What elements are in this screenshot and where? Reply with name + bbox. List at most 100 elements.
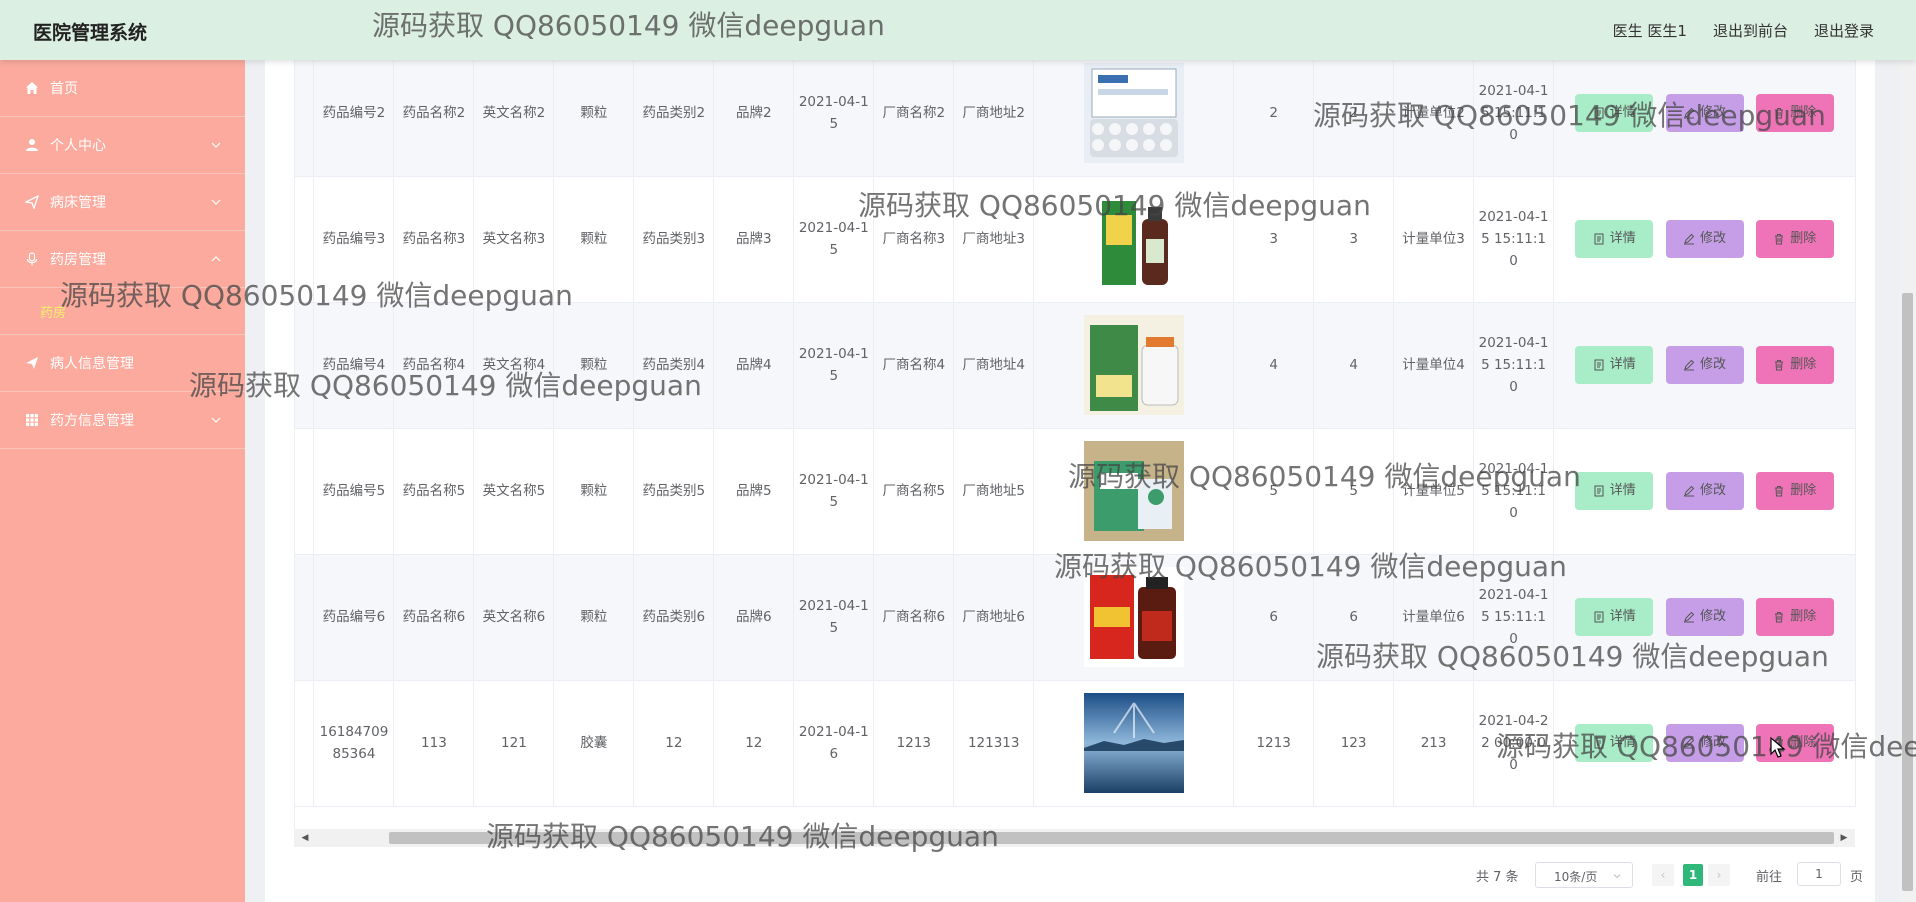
cell-address: 厂商地址5 [953, 428, 1035, 555]
cell-actions: 详情 修改 删除 [1553, 680, 1856, 807]
cell-maker: 厂商名称6 [873, 554, 955, 681]
landscape-photo [1083, 693, 1184, 793]
cell-category: 药品类别4 [633, 302, 715, 429]
goto-page-input[interactable]: 1 [1797, 862, 1841, 886]
cell-address: 厂商地址3 [953, 176, 1035, 303]
cell-brand: 品牌4 [713, 302, 795, 429]
cell-name: 药品名称5 [393, 428, 475, 555]
pagination-total: 共 7 条 [1476, 870, 1519, 885]
cell-name: 药品名称3 [393, 176, 475, 303]
scroll-left-arrow-icon[interactable]: ◀ [300, 833, 310, 843]
cell-form: 胶囊 [553, 680, 635, 807]
edit-button[interactable]: 修改 [1665, 346, 1744, 384]
detail-button[interactable]: 详情 [1575, 346, 1654, 384]
sidebar-item-pharmacy-management[interactable]: 药房管理 [0, 231, 245, 288]
table-row: 药品编号2 药品名称2 英文名称2 颗粒 药品类别2 品牌2 2021-04-15 厂商名称2… [295, 60, 1856, 177]
edit-button[interactable]: 修改 [1665, 472, 1744, 510]
edit-button-label: 修改 [1700, 231, 1727, 246]
logout-link[interactable]: 退出登录 [1814, 20, 1874, 41]
cell-code: 1618470985364 [313, 680, 395, 807]
cell-actions: 详情 修改 删除 [1553, 60, 1856, 177]
detail-button[interactable]: 详情 [1575, 472, 1654, 510]
send-icon [24, 355, 40, 371]
delete-button-label: 删除 [1790, 231, 1817, 246]
sidebar-item-bed-management[interactable]: 病床管理 [0, 174, 245, 231]
trash-icon [1775, 612, 1784, 623]
cell-address: 厂商地址2 [953, 60, 1035, 177]
delete-button[interactable]: 删除 [1755, 472, 1834, 510]
table-row: 药品编号4 药品名称4 英文名称4 颗粒 药品类别4 品牌4 2021-04-15 厂商名称4… [295, 302, 1856, 429]
sidebar-subitem-pharmacy[interactable]: 药房 [0, 288, 245, 335]
cell-unit: 计量单位6 [1393, 554, 1475, 681]
scroll-right-arrow-icon[interactable]: ▶ [1839, 833, 1849, 843]
sidebar-item-patient-info[interactable]: 病人信息管理 [0, 335, 245, 392]
vertical-scrollbar[interactable] [1899, 60, 1916, 902]
delete-button[interactable]: 删除 [1755, 346, 1834, 384]
horizontal-scrollbar[interactable]: ◀ ▶ [294, 829, 1855, 847]
row-gutter [295, 554, 315, 681]
detail-button[interactable]: 详情 [1575, 724, 1654, 762]
cell-date: 2021-04-15 [793, 554, 875, 681]
delete-button[interactable]: 删除 [1755, 724, 1834, 762]
cell-time: 2021-04-22 00:00:00 [1473, 680, 1555, 807]
sidebar-item-label: 个人中心 [50, 138, 106, 154]
detail-button[interactable]: 详情 [1575, 93, 1654, 132]
next-page-button[interactable]: › [1708, 864, 1730, 886]
edit-button[interactable]: 修改 [1665, 598, 1744, 636]
delete-button[interactable]: 删除 [1755, 93, 1834, 132]
cell-date: 2021-04-15 [793, 428, 875, 555]
cell-unit: 213 [1393, 680, 1475, 807]
exit-to-front-link[interactable]: 退出到前台 [1713, 20, 1788, 41]
trash-icon [1775, 107, 1784, 119]
chevron-down-icon [1613, 874, 1621, 879]
cell-time: 2021-04-15 15:11:10 [1473, 428, 1555, 555]
edit-button[interactable]: 修改 [1665, 724, 1744, 762]
cell-date: 2021-04-15 [793, 60, 875, 177]
row-gutter [295, 428, 315, 555]
row-gutter [295, 302, 315, 429]
cell-c2: 3 [1313, 176, 1395, 303]
edit-button[interactable]: 修改 [1665, 220, 1744, 258]
edit-icon [1684, 359, 1695, 371]
cell-time: 2021-04-15 15:11:10 [1473, 302, 1555, 429]
cell-image [1033, 176, 1235, 303]
prev-page-button[interactable]: ‹ [1652, 864, 1674, 886]
cell-c1: 6 [1233, 554, 1315, 681]
page-number-current[interactable]: 1 [1683, 864, 1703, 886]
cell-time: 2021-04-15 15:11:10 [1473, 554, 1555, 681]
delete-button[interactable]: 删除 [1755, 598, 1834, 636]
cell-en_name: 英文名称2 [473, 60, 555, 177]
cell-code: 药品编号4 [313, 302, 395, 429]
cell-form: 颗粒 [553, 428, 635, 555]
edit-button-label: 修改 [1700, 104, 1727, 120]
sidebar-item-personal-center[interactable]: 个人中心 [0, 117, 245, 174]
delete-button[interactable]: 删除 [1755, 220, 1834, 258]
medicine-table-body: 药品编号2 药品名称2 英文名称2 颗粒 药品类别2 品牌2 2021-04-15 厂商名称2… [295, 60, 1856, 807]
cell-c2: 6 [1313, 554, 1395, 681]
main-content: 药品编号2 药品名称2 英文名称2 颗粒 药品类别2 品牌2 2021-04-15 厂商名称2… [265, 60, 1875, 902]
edit-button[interactable]: 修改 [1665, 93, 1744, 132]
detail-button[interactable]: 详情 [1575, 598, 1654, 636]
cell-en_name: 英文名称6 [473, 554, 555, 681]
delete-button-label: 删除 [1790, 735, 1817, 750]
cell-name: 药品名称4 [393, 302, 475, 429]
cell-address: 121313 [953, 680, 1035, 807]
cell-category: 药品类别3 [633, 176, 715, 303]
app-title: 医院管理系统 [33, 22, 148, 44]
cell-image [1033, 680, 1235, 807]
sidebar-item-home[interactable]: 首页 [0, 60, 245, 117]
detail-button[interactable]: 详情 [1575, 220, 1654, 258]
cell-form: 颗粒 [553, 302, 635, 429]
sidebar-item-prescription-info[interactable]: 药方信息管理 [0, 392, 245, 449]
vertical-scroll-thumb[interactable] [1902, 293, 1913, 891]
horizontal-scroll-thumb[interactable] [389, 832, 1834, 844]
document-icon [1594, 485, 1604, 497]
page-size-select[interactable]: 10条/页 [1535, 862, 1633, 888]
cell-maker: 厂商名称2 [873, 60, 955, 177]
header-actions: 医生 医生1 退出到前台 退出登录 [1613, 20, 1874, 41]
edit-button-label: 修改 [1700, 483, 1727, 498]
edit-icon [1684, 611, 1695, 623]
cell-maker: 厂商名称3 [873, 176, 955, 303]
chevron-down-icon [211, 199, 221, 205]
cell-time: 2021-04-15 15:11:10 [1473, 60, 1555, 177]
